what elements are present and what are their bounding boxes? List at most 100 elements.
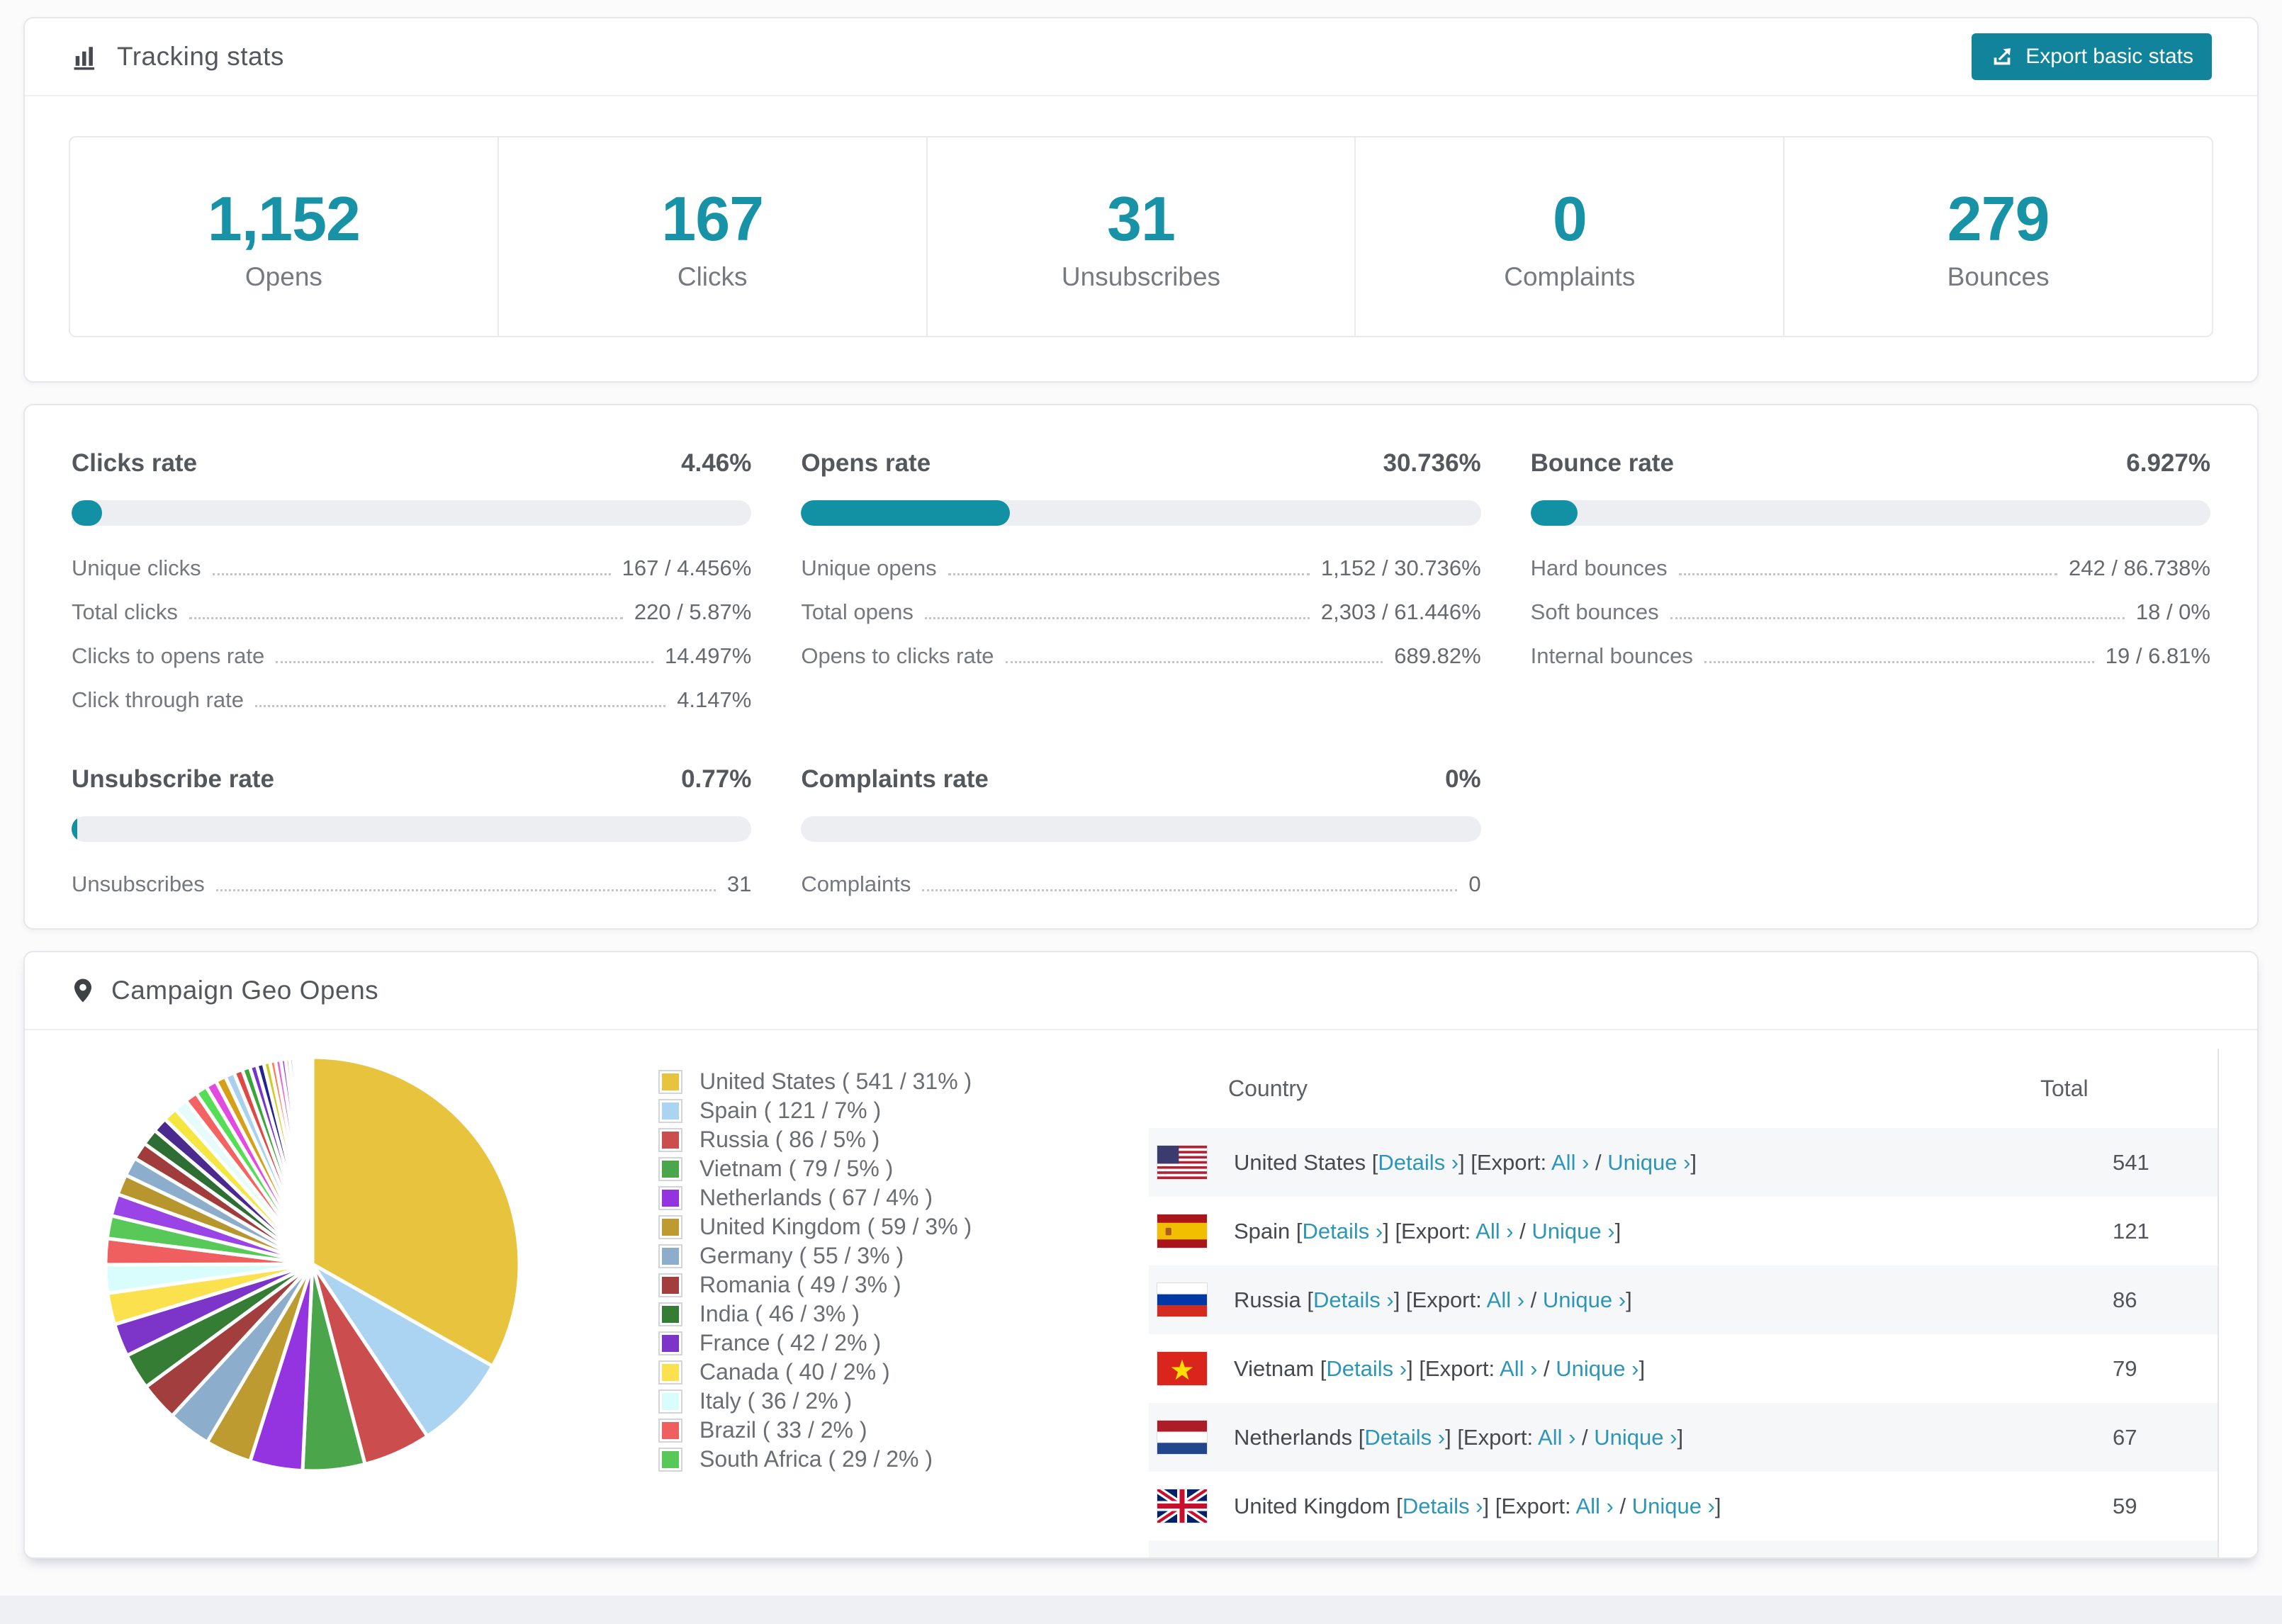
progress-bar bbox=[72, 816, 752, 842]
rate-title-row: Bounce rate 6.927% bbox=[1531, 449, 2210, 478]
legend-swatch bbox=[660, 1245, 681, 1267]
export-icon bbox=[1994, 48, 2011, 65]
stat-label: Opens bbox=[244, 262, 322, 291]
legend-swatch bbox=[660, 1448, 681, 1470]
rate-title: Complaints rate bbox=[801, 765, 989, 793]
dotted-leader bbox=[1678, 573, 2058, 575]
page-title: Tracking stats bbox=[117, 42, 284, 71]
export-all-link-nl[interactable]: All › bbox=[1538, 1425, 1575, 1450]
rate-block-clicks-rate: Clicks rate 4.46% Unique clicks 167 / 4.456… bbox=[72, 449, 752, 713]
export-button-label: Export basic stats bbox=[2025, 45, 2193, 68]
rate-row-label: Click through rate bbox=[72, 687, 244, 712]
dotted-leader bbox=[212, 573, 611, 575]
export-basic-stats-button[interactable]: Export basic stats bbox=[1972, 33, 2212, 80]
details-link-nl[interactable]: Details › bbox=[1364, 1425, 1445, 1450]
rate-row-unique-opens: Unique opens 1,152 / 30.736% bbox=[801, 556, 1480, 581]
geo-content: United States ( 541 / 31% ) Spain ( 121 /… bbox=[25, 1030, 2257, 1559]
legend-item-south-africa: South Africa ( 29 / 2% ) bbox=[660, 1445, 1149, 1474]
flag-gb-icon bbox=[1157, 1489, 1207, 1523]
rate-row-value: 31 bbox=[726, 872, 752, 896]
details-link-es[interactable]: Details › bbox=[1303, 1219, 1383, 1244]
rate-row-value: 167 / 4.456% bbox=[622, 556, 752, 580]
rate-title-row: Clicks rate 4.46% bbox=[72, 449, 751, 478]
geo-title: Campaign Geo Opens bbox=[111, 976, 379, 1005]
rate-title-row: Complaints rate 0% bbox=[801, 765, 1480, 794]
legend-item-russia: Russia ( 86 / 5% ) bbox=[660, 1125, 1149, 1154]
stat-label: Bounces bbox=[1947, 262, 2050, 291]
legend-swatch bbox=[660, 1158, 681, 1180]
rate-value: 30.736% bbox=[1383, 449, 1481, 477]
pie-slice-other[interactable] bbox=[310, 1055, 315, 1266]
legend-swatch bbox=[660, 1390, 681, 1412]
details-link-ru[interactable]: Details › bbox=[1313, 1287, 1394, 1312]
legend-swatch bbox=[660, 1187, 681, 1209]
export-unique-link-us[interactable]: Unique › bbox=[1607, 1150, 1690, 1175]
rate-rows: Hard bounces 242 / 86.738% Soft bounces 18 … bbox=[1531, 556, 2210, 669]
legend-item-vietnam: Vietnam ( 79 / 5% ) bbox=[660, 1154, 1149, 1183]
summary-stat-clicks: 167 Clicks bbox=[497, 137, 926, 336]
export-all-link-ru[interactable]: All › bbox=[1487, 1287, 1524, 1312]
rate-value: 4.46% bbox=[681, 449, 752, 477]
rate-row-label: Unique clicks bbox=[72, 556, 201, 580]
rate-block-complaints-rate: Complaints rate 0% Complaints 0 bbox=[801, 765, 1481, 897]
stat-value: 167 bbox=[661, 184, 764, 254]
legend-item-romania: Romania ( 49 / 3% ) bbox=[660, 1270, 1149, 1299]
table-row-es: Spain [Details ›] [Export: All › / Uniqu… bbox=[1149, 1197, 2218, 1265]
rate-block-bounce-rate: Bounce rate 6.927% Hard bounces 242 / 86.73… bbox=[1530, 449, 2210, 713]
table-row-ru: Russia [Details ›] [Export: All › / Uniq… bbox=[1149, 1265, 2218, 1334]
export-all-link-gb[interactable]: All › bbox=[1575, 1494, 1613, 1518]
rate-rows: Unique opens 1,152 / 30.736% Total opens 2,… bbox=[801, 556, 1480, 669]
geo-table-body: United States [Details ›] [Export: All ›… bbox=[1149, 1128, 2218, 1559]
flag-de-icon bbox=[1157, 1558, 1207, 1559]
legend-swatch bbox=[660, 1332, 681, 1354]
legend-swatch bbox=[660, 1274, 681, 1296]
export-unique-link-vn[interactable]: Unique › bbox=[1556, 1356, 1639, 1381]
country-cell: Russia [Details ›] [Export: All › / Uniq… bbox=[1234, 1287, 1632, 1312]
progress-fill bbox=[72, 816, 77, 842]
export-all-link-us[interactable]: All › bbox=[1551, 1150, 1589, 1175]
details-link-us[interactable]: Details › bbox=[1378, 1150, 1458, 1175]
stat-label: Clicks bbox=[677, 262, 748, 291]
legend-label: United Kingdom ( 59 / 3% ) bbox=[699, 1214, 972, 1239]
export-all-link-es[interactable]: All › bbox=[1476, 1219, 1513, 1244]
export-unique-link-ru[interactable]: Unique › bbox=[1543, 1287, 1626, 1312]
rate-row-label: Hard bounces bbox=[1530, 556, 1668, 580]
progress-fill bbox=[72, 500, 102, 526]
dotted-leader bbox=[254, 705, 666, 707]
rate-title: Clicks rate bbox=[72, 449, 198, 477]
legend-swatch bbox=[660, 1361, 681, 1383]
geo-pie-chart[interactable] bbox=[100, 1051, 525, 1477]
export-unique-link-nl[interactable]: Unique › bbox=[1594, 1425, 1677, 1450]
campaign-geo-opens-card: Campaign Geo Opens United States ( 541 /… bbox=[23, 951, 2259, 1559]
country-cell: Netherlands [Details ›] [Export: All › /… bbox=[1234, 1424, 1684, 1450]
rates-card: Clicks rate 4.46% Unique clicks 167 / 4.456… bbox=[23, 404, 2259, 930]
rate-title: Unsubscribe rate bbox=[72, 765, 274, 793]
rate-row-label: Total clicks bbox=[72, 599, 178, 624]
flag-nl-icon bbox=[1157, 1421, 1207, 1454]
country-cell: United States [Details ›] [Export: All ›… bbox=[1234, 1149, 1697, 1175]
map-pin-icon bbox=[74, 979, 91, 1003]
legend-label: Vietnam ( 79 / 5% ) bbox=[699, 1156, 894, 1181]
tracking-stats-card: Tracking stats Export basic stats 1,152 O… bbox=[23, 17, 2259, 383]
rate-row-value: 18 / 0% bbox=[2135, 599, 2210, 624]
legend-item-united-kingdom: United Kingdom ( 59 / 3% ) bbox=[660, 1212, 1149, 1241]
legend-label: France ( 42 / 2% ) bbox=[699, 1330, 882, 1355]
dotted-leader bbox=[189, 617, 623, 619]
rate-row-soft-bounces: Soft bounces 18 / 0% bbox=[1531, 599, 2210, 625]
summary-stat-opens: 1,152 Opens bbox=[70, 137, 498, 336]
table-row-us: United States [Details ›] [Export: All ›… bbox=[1149, 1128, 2218, 1197]
dotted-leader bbox=[948, 573, 1310, 575]
rate-row-click-through-rate: Click through rate 4.147% bbox=[72, 687, 751, 713]
export-all-link-vn[interactable]: All › bbox=[1500, 1356, 1537, 1381]
geo-header: Campaign Geo Opens bbox=[25, 952, 2257, 1029]
export-unique-link-es[interactable]: Unique › bbox=[1531, 1219, 1614, 1244]
legend-label: Netherlands ( 67 / 4% ) bbox=[699, 1185, 933, 1210]
details-link-vn[interactable]: Details › bbox=[1326, 1356, 1407, 1381]
progress-bar bbox=[72, 500, 752, 526]
details-link-gb[interactable]: Details › bbox=[1403, 1494, 1483, 1518]
legend-label: Canada ( 40 / 2% ) bbox=[699, 1359, 890, 1385]
legend-swatch bbox=[660, 1071, 681, 1093]
flag-es-icon bbox=[1157, 1214, 1207, 1248]
export-unique-link-gb[interactable]: Unique › bbox=[1632, 1494, 1715, 1518]
legend-swatch bbox=[660, 1419, 681, 1441]
